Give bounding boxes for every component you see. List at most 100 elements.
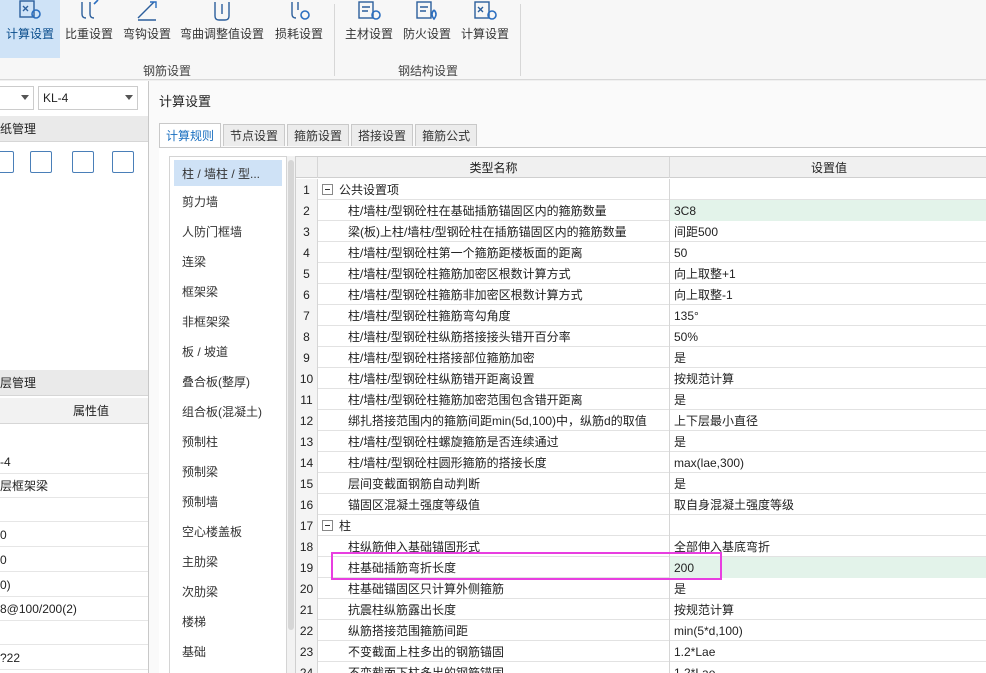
setting-value-cell[interactable]: 1.2*Lae — [670, 641, 986, 662]
grid-row[interactable]: 11 柱/墙柱/型钢砼柱箍筋加密范围包含错开距离 是 — [296, 389, 986, 410]
floor-combo[interactable] — [0, 86, 34, 110]
setting-value-cell[interactable]: 上下层最小直径 — [670, 410, 986, 431]
grid-row[interactable]: 13 柱/墙柱/型钢砼柱螺旋箍筋是否连续通过 是 — [296, 431, 986, 452]
weight-settings-button[interactable]: 比重设置 — [60, 0, 118, 58]
grid-row[interactable]: 5 柱/墙柱/型钢砼柱箍筋加密区根数计算方式 向上取整+1 — [296, 263, 986, 284]
collapse-icon[interactable] — [322, 520, 333, 531]
category-item[interactable]: 非框架梁 — [170, 306, 286, 336]
category-item[interactable]: 剪力墙 — [170, 186, 286, 216]
tool-icon[interactable] — [0, 151, 14, 173]
category-item[interactable]: 基础 — [170, 636, 286, 666]
property-row[interactable]: 层框架梁 — [0, 474, 148, 498]
category-item[interactable]: 框架梁 — [170, 276, 286, 306]
grid-row[interactable]: 7 柱/墙柱/型钢砼柱箍筋弯勾角度 135° — [296, 305, 986, 326]
loss-settings-button[interactable]: 损耗设置 — [268, 0, 330, 58]
grid-row[interactable]: 24 不变截面下柱多出的钢筋锚固 1.2*Lae — [296, 662, 986, 673]
calc-settings-button[interactable]: 计算设置 — [0, 0, 60, 58]
setting-value-cell[interactable]: 向上取整+1 — [670, 263, 986, 284]
grid-row[interactable]: 20 柱基础锚固区只计算外侧箍筋 是 — [296, 578, 986, 599]
category-item[interactable]: 主肋梁 — [170, 546, 286, 576]
copy-icon[interactable] — [30, 151, 52, 173]
category-item[interactable]: 次肋梁 — [170, 576, 286, 606]
setting-value-cell[interactable]: 3C8 — [670, 200, 986, 221]
category-item[interactable]: 预制柱 — [170, 426, 286, 456]
property-row[interactable]: 0 — [0, 523, 148, 547]
category-item[interactable]: 板 / 坡道 — [170, 336, 286, 366]
tab-stirrup-formula[interactable]: 箍筋公式 — [415, 124, 478, 146]
property-row[interactable] — [0, 498, 148, 522]
grid-row[interactable]: 16 锚固区混凝土强度等级值 取自身混凝土强度等级 — [296, 494, 986, 515]
setting-value-cell[interactable]: 1.2*Lae — [670, 662, 986, 673]
grid-row[interactable]: 21 抗震柱纵筋露出长度 按规范计算 — [296, 599, 986, 620]
setting-value-cell[interactable]: 是 — [670, 578, 986, 599]
grid-row[interactable]: 8 柱/墙柱/型钢砼柱纵筋搭接接头错开百分率 50% — [296, 326, 986, 347]
loss-settings-icon — [286, 0, 312, 21]
category-item[interactable]: 人防门框墙 — [170, 216, 286, 246]
export-icon[interactable] — [112, 151, 134, 173]
component-combo[interactable]: KL-4 — [38, 86, 138, 110]
grid-row[interactable]: 22 纵筋搭接范围箍筋间距 min(5*d,100) — [296, 620, 986, 641]
grid-group-row[interactable]: 1 公共设置项 — [296, 179, 986, 200]
setting-value-cell[interactable]: 是 — [670, 347, 986, 368]
category-scrollbar[interactable] — [287, 156, 295, 673]
grid-row[interactable]: 2 柱/墙柱/型钢砼柱在基础插筋锚固区内的箍筋数量 3C8 — [296, 200, 986, 221]
grid-group-row[interactable]: 17 柱 — [296, 515, 986, 536]
collapse-icon[interactable] — [322, 184, 333, 195]
property-row[interactable]: 8@100/200(2) — [0, 597, 148, 621]
type-name-cell: 柱/墙柱/型钢砼柱螺旋箍筋是否连续通过 — [318, 431, 670, 452]
scrollbar-thumb[interactable] — [288, 160, 294, 630]
fireproof-button[interactable]: 防火设置 — [398, 0, 456, 58]
property-row[interactable]: 0 — [0, 548, 148, 572]
type-name-header: 类型名称 — [318, 157, 670, 178]
setting-value-cell[interactable]: 向上取整-1 — [670, 284, 986, 305]
grid-row[interactable]: 6 柱/墙柱/型钢砼柱箍筋非加密区根数计算方式 向上取整-1 — [296, 284, 986, 305]
category-item[interactable]: 连梁 — [170, 246, 286, 276]
category-item[interactable]: 楼梯 — [170, 606, 286, 636]
tab-lap-settings[interactable]: 搭接设置 — [351, 124, 414, 146]
category-item[interactable]: 柱 / 墙柱 / 型... — [174, 160, 282, 186]
category-item[interactable]: 组合板(混凝土) — [170, 396, 286, 426]
bend-adjust-button[interactable]: 弯曲调整值设置 — [176, 0, 268, 58]
category-item[interactable]: 预制墙 — [170, 486, 286, 516]
setting-value-cell[interactable]: 是 — [670, 431, 986, 452]
tab-calc-rules[interactable]: 计算规则 — [159, 123, 222, 147]
tab-stirrup-settings[interactable]: 箍筋设置 — [287, 124, 350, 146]
setting-value-cell[interactable]: 按规范计算 — [670, 599, 986, 620]
grid-row[interactable]: 15 层间变截面钢筋自动判断 是 — [296, 473, 986, 494]
tab-node-settings[interactable]: 节点设置 — [223, 124, 286, 146]
setting-value-cell[interactable]: 135° — [670, 305, 986, 326]
category-item[interactable]: 预制梁 — [170, 456, 286, 486]
grid-row[interactable]: 14 柱/墙柱/型钢砼柱圆形箍筋的搭接长度 max(lae,300) — [296, 452, 986, 473]
property-row[interactable]: -4 — [0, 450, 148, 474]
type-name-cell: 不变截面上柱多出的钢筋锚固 — [318, 641, 670, 662]
setting-value-cell[interactable]: 取自身混凝土强度等级 — [670, 494, 986, 515]
setting-value-cell[interactable]: max(lae,300) — [670, 452, 986, 473]
type-name-text: 不变截面下柱多出的钢筋锚固 — [348, 666, 505, 673]
main-material-button[interactable]: 主材设置 — [340, 0, 398, 58]
setting-value-cell[interactable]: 是 — [670, 389, 986, 410]
grid-row[interactable]: 12 绑扎搭接范围内的箍筋间距min(5d,100)中，纵筋d的取值 上下层最小直径 — [296, 410, 986, 431]
category-item[interactable]: 空心楼盖板 — [170, 516, 286, 546]
setting-value-cell[interactable]: 按规范计算 — [670, 368, 986, 389]
property-row[interactable] — [0, 621, 148, 645]
category-item[interactable]: 叠合板(整厚) — [170, 366, 286, 396]
steel-calc-settings-button[interactable]: 计算设置 — [456, 0, 514, 58]
setting-value-cell[interactable] — [670, 179, 986, 200]
grid-row[interactable]: 9 柱/墙柱/型钢砼柱搭接部位箍筋加密 是 — [296, 347, 986, 368]
property-row[interactable]: ?22 — [0, 646, 148, 670]
type-name-text: 公共设置项 — [339, 183, 400, 197]
setting-value-cell[interactable]: 50 — [670, 242, 986, 263]
property-row[interactable]: 0) — [0, 573, 148, 597]
grid-row[interactable]: 4 柱/墙柱/型钢砼柱第一个箍筋距楼板面的距离 50 — [296, 242, 986, 263]
setting-value-cell[interactable] — [670, 515, 986, 536]
setting-value-cell[interactable]: 是 — [670, 473, 986, 494]
grid-row[interactable]: 23 不变截面上柱多出的钢筋锚固 1.2*Lae — [296, 641, 986, 662]
grid-row[interactable]: 10 柱/墙柱/型钢砼柱纵筋错开距离设置 按规范计算 — [296, 368, 986, 389]
type-name-cell: 柱/墙柱/型钢砼柱在基础插筋锚固区内的箍筋数量 — [318, 200, 670, 221]
setting-value-cell[interactable]: 间距500 — [670, 221, 986, 242]
hook-settings-button[interactable]: 弯钩设置 — [118, 0, 176, 58]
layer-icon[interactable] — [72, 151, 94, 173]
setting-value-cell[interactable]: 50% — [670, 326, 986, 347]
grid-row[interactable]: 3 梁(板)上柱/墙柱/型钢砼柱在插筋锚固区内的箍筋数量 间距500 — [296, 221, 986, 242]
setting-value-cell[interactable]: min(5*d,100) — [670, 620, 986, 641]
